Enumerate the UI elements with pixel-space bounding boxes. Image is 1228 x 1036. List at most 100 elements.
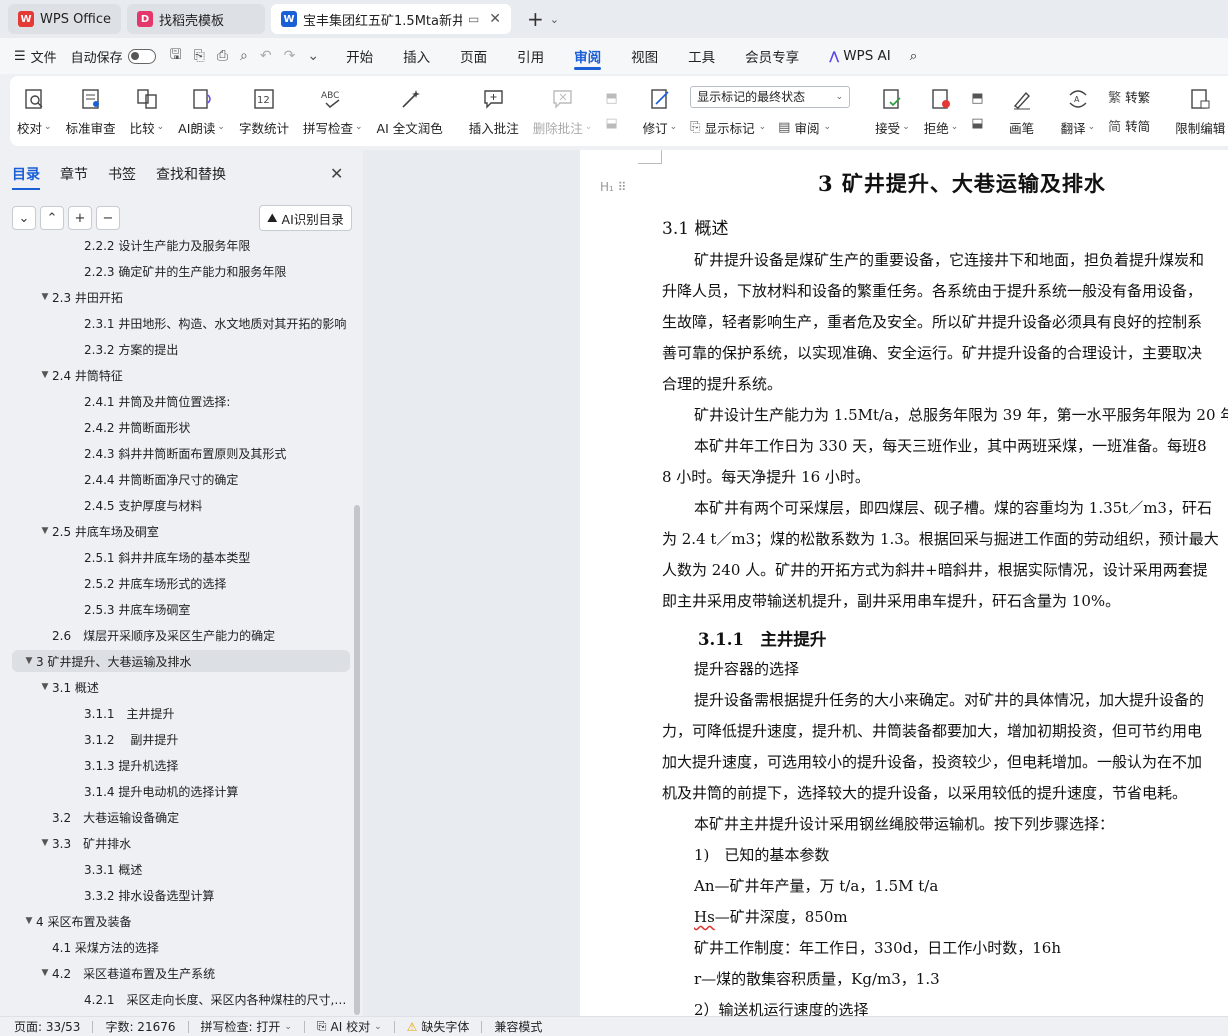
- print-icon[interactable]: ⎙: [217, 48, 228, 64]
- next-comment-icon[interactable]: ⬓: [605, 116, 617, 131]
- proofread-button[interactable]: 校对 ⌄: [10, 76, 59, 146]
- page-indicator[interactable]: 页面: 33/53: [14, 1018, 80, 1035]
- close-icon[interactable]: ✕: [489, 11, 501, 27]
- toc-item[interactable]: 3.1.3 提升机选择: [12, 754, 350, 776]
- toc-item[interactable]: 2.4.2 井筒断面形状: [12, 416, 350, 438]
- spell-check-button[interactable]: ABC 拼写检查 ⌄: [296, 76, 370, 146]
- toc-item[interactable]: ▼ 2.5 井底车场及硐室: [12, 520, 350, 542]
- screen-icon[interactable]: ▭: [468, 12, 479, 26]
- markup-view-select[interactable]: 显示标记的最终状态 ⌄: [690, 85, 851, 108]
- spell-check-status[interactable]: 拼写检查: 打开 ⌄: [201, 1018, 292, 1035]
- toggle-switch[interactable]: [127, 48, 156, 64]
- chevron-down-icon[interactable]: ⌄: [307, 48, 319, 64]
- previous-comment-icon[interactable]: ⬒: [605, 91, 617, 106]
- autosave-toggle[interactable]: 自动保存: [71, 47, 156, 66]
- toc-item[interactable]: ▼ 2.4 井筒特征: [12, 364, 350, 386]
- nav-tab-find-replace[interactable]: 查找和替换: [156, 164, 226, 190]
- file-menu[interactable]: ☰ 文件: [14, 47, 57, 66]
- toc-item[interactable]: 3.3.2 排水设备选型计算: [12, 884, 350, 906]
- collapse-down-icon[interactable]: ⌄: [12, 206, 36, 230]
- expand-triangle-icon[interactable]: ▼: [38, 370, 52, 380]
- tab-insert[interactable]: 插入: [403, 38, 430, 74]
- toc-item[interactable]: 4.1 采煤方法的选择: [12, 936, 350, 958]
- to-simplified-button[interactable]: 简转简: [1108, 116, 1150, 135]
- tab-page[interactable]: 页面: [460, 38, 487, 74]
- toc-item[interactable]: 3.1.2 副井提升: [12, 728, 350, 750]
- toc-item[interactable]: 2.4.3 斜井井筒断面布置原则及其形式: [12, 442, 350, 464]
- toc-item[interactable]: 3.3.1 概述: [12, 858, 350, 880]
- expand-triangle-icon[interactable]: ▼: [38, 838, 52, 848]
- toc-item[interactable]: 2.4.4 井筒断面净尺寸的确定: [12, 468, 350, 490]
- nav-tab-chapters[interactable]: 章节: [60, 164, 88, 190]
- expand-triangle-icon[interactable]: ▼: [38, 526, 52, 536]
- toc-item[interactable]: 2.6 煤层开采顺序及采区生产能力的确定: [12, 624, 350, 646]
- word-count-button[interactable]: 12 字数统计: [232, 76, 296, 146]
- search-icon[interactable]: ⌕: [910, 38, 918, 74]
- toc-item[interactable]: 2.5.3 井底车场硐室: [12, 598, 350, 620]
- pen-button[interactable]: 画笔: [1002, 76, 1042, 146]
- tab-tools[interactable]: 工具: [688, 38, 715, 74]
- toc-item[interactable]: 4.2.1 采区走向长度、采区内各种煤柱的尺寸, 采区生产能力: [12, 988, 350, 1010]
- toc-item[interactable]: 3.2 大巷运输设备确定: [12, 806, 350, 828]
- compare-button[interactable]: 比较 ⌄: [123, 76, 172, 146]
- spelling-error-mark[interactable]: Hs: [694, 908, 715, 926]
- expand-up-icon[interactable]: ⌃: [40, 206, 64, 230]
- tab-document[interactable]: W 宝丰集团红五矿1.5Mta新井设计 ▭ ✕: [271, 4, 512, 34]
- expand-triangle-icon[interactable]: ▼: [22, 916, 36, 926]
- toc-item[interactable]: 2.5.1 斜井井底车场的基本类型: [12, 546, 350, 568]
- toc-item[interactable]: 3.1.4 提升电动机的选择计算: [12, 780, 350, 802]
- save-icon[interactable]: 🖫: [170, 44, 182, 68]
- tab-view[interactable]: 视图: [631, 38, 658, 74]
- previous-change-icon[interactable]: ⬒: [971, 91, 983, 106]
- toc-item[interactable]: 2.5.2 井底车场形式的选择: [12, 572, 350, 594]
- ai-polish-button[interactable]: AI 全文润色: [370, 76, 450, 146]
- expand-triangle-icon[interactable]: ▼: [38, 968, 52, 978]
- print-preview-icon[interactable]: ⌕: [240, 48, 248, 64]
- tab-wps-ai[interactable]: ⋀ WPS AI: [829, 38, 891, 74]
- expand-triangle-icon[interactable]: ▼: [22, 656, 36, 666]
- ai-proof-status[interactable]: ⎘ AI 校对 ⌄: [317, 1018, 382, 1035]
- document-page[interactable]: H₁ ⠿ 3 矿井提升、大巷运输及排水 3.1 概述 3.1.1 主井提升 矿井…: [580, 150, 1228, 1016]
- tab-review[interactable]: 审阅: [574, 38, 602, 74]
- nav-tab-bookmarks[interactable]: 书签: [108, 164, 136, 190]
- toc-item[interactable]: ▼ 3 矿井提升、大巷运输及排水: [12, 650, 350, 672]
- remove-heading-icon[interactable]: −: [96, 206, 120, 230]
- accept-button[interactable]: 接受 ⌄: [868, 76, 917, 146]
- tab-home[interactable]: 开始: [346, 38, 373, 74]
- toc-item[interactable]: 3.1.1 主井提升: [12, 702, 350, 724]
- toc-item[interactable]: 2.2.2 设计生产能力及服务年限: [12, 238, 350, 256]
- toc-item[interactable]: 2.3.1 井田地形、构造、水文地质对其开拓的影响: [12, 312, 350, 334]
- ai-read-button[interactable]: AI朗读 ⌄: [171, 76, 232, 146]
- toc-item[interactable]: ▼ 4.2 采区巷道布置及生产系统: [12, 962, 350, 984]
- nav-scrollbar[interactable]: [354, 505, 360, 1015]
- restrict-edit-button[interactable]: 限制编辑: [1168, 76, 1228, 146]
- delete-comment-button[interactable]: 删除批注 ⌄: [526, 76, 600, 146]
- toc-item[interactable]: 2.4.5 支护厚度与材料: [12, 494, 350, 516]
- expand-triangle-icon[interactable]: ▼: [38, 682, 52, 692]
- toc-item[interactable]: ▼ 3.1 概述: [12, 676, 350, 698]
- redo-icon[interactable]: ↷: [284, 48, 296, 64]
- insert-comment-button[interactable]: 插入批注: [462, 76, 526, 146]
- toc-item[interactable]: 2.2.3 确定矿井的生产能力和服务年限: [12, 260, 350, 282]
- translate-button[interactable]: A 翻译 ⌄: [1054, 76, 1103, 146]
- toc-item[interactable]: ▼ 2.3 井田开拓: [12, 286, 350, 308]
- tab-member[interactable]: 会员专享: [745, 38, 799, 74]
- new-tab-plus-icon[interactable]: +: [527, 7, 544, 31]
- undo-icon[interactable]: ↶: [260, 48, 272, 64]
- review-pane-button[interactable]: ▤ 审阅 ⌄: [778, 118, 831, 137]
- toc-item[interactable]: ▼ 4 采区布置及装备: [12, 910, 350, 932]
- reject-button[interactable]: 拒绝 ⌄: [917, 76, 966, 146]
- export-icon[interactable]: ⎘: [194, 48, 205, 64]
- missing-font-status[interactable]: ⚠ 缺失字体: [407, 1018, 470, 1035]
- close-icon[interactable]: ✕: [330, 164, 343, 183]
- chevron-down-icon[interactable]: ⌄: [550, 13, 559, 26]
- ai-toc-button[interactable]: ⛰ AI识别目录: [259, 205, 352, 231]
- standard-review-button[interactable]: 标准审查: [59, 76, 123, 146]
- toc-item[interactable]: 2.3.2 方案的提出: [12, 338, 350, 360]
- track-changes-button[interactable]: 修订 ⌄: [636, 76, 685, 146]
- nav-tab-toc[interactable]: 目录: [12, 164, 40, 190]
- toc-item[interactable]: ▼ 3.3 矿井排水: [12, 832, 350, 854]
- toc-item[interactable]: 2.4.1 井筒及井筒位置选择:: [12, 390, 350, 412]
- heading-handle-icon[interactable]: H₁ ⠿: [600, 180, 626, 194]
- show-markup-button[interactable]: ⎘ 显示标记 ⌄: [690, 118, 766, 137]
